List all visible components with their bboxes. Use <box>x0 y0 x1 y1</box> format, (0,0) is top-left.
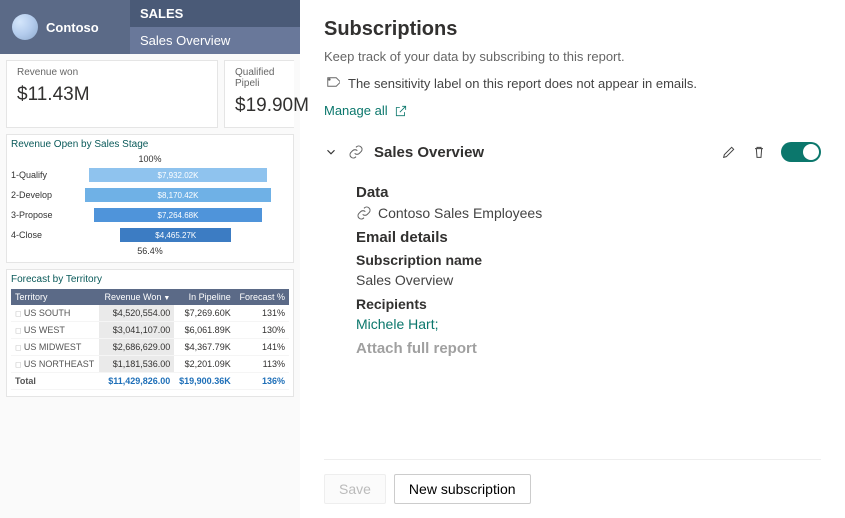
link-icon <box>356 205 372 221</box>
report-canvas: Contoso SALES Sales Overview Revenue won… <box>0 0 300 518</box>
table-row[interactable]: US SOUTH$4,520,554.00$7,269.60K131% <box>11 305 289 322</box>
panel-description: Keep track of your data by subscribing t… <box>324 49 821 64</box>
nav-section[interactable]: SALES <box>130 0 300 27</box>
sort-desc-icon: ▼ <box>163 295 170 302</box>
col-revenue-won[interactable]: Revenue Won▼ <box>99 289 174 305</box>
bar-label: 2-Develop <box>11 190 67 200</box>
subscriptions-panel: Subscriptions Keep track of your data by… <box>300 0 845 518</box>
chart-title: Revenue Open by Sales Stage <box>11 139 289 150</box>
panel-title: Subscriptions <box>324 18 821 41</box>
subscription-title: Sales Overview <box>374 144 711 161</box>
bar: $7,932.02K <box>89 168 267 182</box>
brand-name: Contoso <box>46 20 99 35</box>
col-in-pipeline[interactable]: In Pipeline <box>174 289 234 305</box>
chevron-down-icon[interactable] <box>324 145 338 159</box>
edit-icon[interactable] <box>721 144 737 160</box>
panel-footer: Save New subscription <box>324 459 821 518</box>
bar-label: 4-Close <box>11 230 67 240</box>
delete-icon[interactable] <box>751 144 767 160</box>
data-value: Contoso Sales Employees <box>356 205 821 221</box>
recipients-value: Michele Hart; <box>356 316 821 332</box>
kpi-qualified-pipeline: Qualified Pipeli $19.90M <box>224 60 294 128</box>
bar: $8,170.42K <box>85 188 271 202</box>
bar: $7,264.68K <box>94 208 263 222</box>
stage-chart: Revenue Open by Sales Stage 100% 1-Quali… <box>6 134 294 263</box>
forecast-table: Territory Revenue Won▼ In Pipeline Forec… <box>11 289 289 390</box>
table-row[interactable]: US WEST$3,041,107.00$6,061.89K130% <box>11 322 289 339</box>
new-subscription-button[interactable]: New subscription <box>394 474 531 504</box>
table-title: Forecast by Territory <box>11 274 289 285</box>
funnel-top-pct: 100% <box>11 154 289 164</box>
attach-full-report-heading: Attach full report <box>356 340 821 357</box>
subscription-name-heading: Subscription name <box>356 252 821 268</box>
data-heading: Data <box>356 184 821 201</box>
bar: $4,465.27K <box>120 228 231 242</box>
kpi-value: $11.43M <box>17 84 207 106</box>
bar-label: 3-Propose <box>11 210 67 220</box>
funnel-bottom-pct: 56.4% <box>11 246 289 256</box>
kpi-value: $19.90M <box>235 95 284 117</box>
tag-icon <box>324 74 340 93</box>
brand-block: Contoso <box>0 0 130 54</box>
bar-label: 1-Qualify <box>11 170 67 180</box>
subscription-header: Sales Overview <box>324 142 821 170</box>
email-details-heading: Email details <box>356 229 821 246</box>
save-button: Save <box>324 474 386 504</box>
recipients-heading: Recipients <box>356 296 821 312</box>
external-link-icon <box>394 104 408 118</box>
kpi-revenue-won: Revenue won $11.43M <box>6 60 218 128</box>
link-icon <box>348 144 364 160</box>
forecast-table-section: Forecast by Territory Territory Revenue … <box>6 269 294 397</box>
kpi-label: Qualified Pipeli <box>235 67 284 89</box>
manage-all-link[interactable]: Manage all <box>324 103 821 118</box>
table-row[interactable]: US MIDWEST$2,686,629.00$4,367.79K141% <box>11 339 289 356</box>
sensitivity-notice: The sensitivity label on this report doe… <box>324 74 821 93</box>
nav-page[interactable]: Sales Overview <box>130 27 300 54</box>
subscription-toggle[interactable] <box>781 142 821 162</box>
brand-logo <box>12 14 38 40</box>
table-row[interactable]: US NORTHEAST$1,181,536.00$2,201.09K113% <box>11 356 289 373</box>
col-forecast-pct[interactable]: Forecast % <box>235 289 289 305</box>
kpi-label: Revenue won <box>17 67 207 78</box>
subscription-name-value: Sales Overview <box>356 272 821 288</box>
col-territory[interactable]: Territory <box>11 289 99 305</box>
table-total-row: Total$11,429,826.00$19,900.36K136% <box>11 373 289 390</box>
